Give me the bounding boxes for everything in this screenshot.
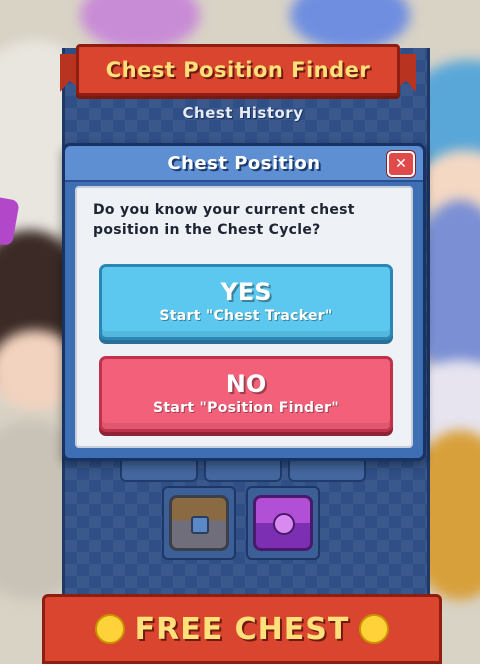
dialog-header: Chest Position ✕ [65, 146, 423, 182]
chest-history-label: Chest History [182, 104, 304, 122]
no-button[interactable]: NO Start "Position Finder" [99, 356, 393, 432]
title-ribbon: Chest Position Finder [76, 44, 400, 96]
close-icon: ✕ [395, 156, 407, 172]
close-button[interactable]: ✕ [387, 151, 415, 177]
no-button-label: NO [225, 370, 267, 398]
yes-button[interactable]: YES Start "Chest Tracker" [99, 264, 393, 340]
dialog-title: Chest Position [167, 152, 321, 174]
chest-slot[interactable] [246, 486, 320, 560]
free-chest-label: FREE CHEST [134, 611, 350, 647]
no-button-sublabel: Start "Position Finder" [153, 400, 339, 416]
coin-icon [359, 614, 390, 644]
chest-position-dialog: Chest Position ✕ Do you know your curren… [62, 143, 426, 461]
dialog-question: Do you know your current chest position … [93, 202, 355, 238]
page-title: Chest Position Finder [105, 58, 371, 82]
dialog-body: Do you know your current chest position … [75, 186, 413, 448]
yes-button-sublabel: Start "Chest Tracker" [159, 308, 333, 324]
magical-chest-icon [253, 495, 313, 551]
coin-icon [94, 614, 125, 644]
free-chest-banner[interactable]: FREE CHEST [42, 594, 442, 664]
background-blur [80, 0, 200, 50]
background-blur [290, 0, 410, 50]
yes-button-label: YES [220, 278, 272, 306]
chest-slot[interactable] [162, 486, 236, 560]
wooden-chest-icon [169, 495, 229, 551]
